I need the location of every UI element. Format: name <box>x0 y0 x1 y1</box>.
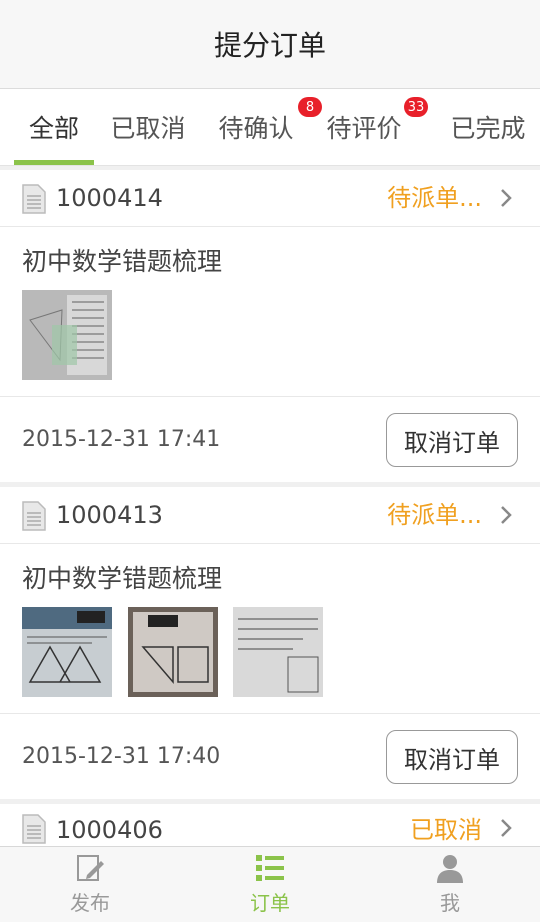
tab-label: 已完成 <box>450 114 526 143</box>
document-icon <box>22 184 46 214</box>
order-datetime: 2015-12-31 17:40 <box>22 744 221 769</box>
order-image-thumbnail[interactable] <box>22 607 112 697</box>
nav-label: 订单 <box>250 891 290 915</box>
nav-label: 我 <box>440 891 460 915</box>
bottom-nav: 发布 订单 我 <box>0 846 540 922</box>
list-icon <box>256 855 284 881</box>
order-number: 1000414 <box>56 184 163 212</box>
page-title: 提分订单 <box>213 29 326 62</box>
tab-completed[interactable]: 已完成 <box>440 89 536 165</box>
document-icon <box>22 501 46 531</box>
active-tab-indicator <box>14 160 94 165</box>
tab-label: 待评价 <box>326 114 402 143</box>
order-header[interactable]: 1000406 已取消 <box>0 804 540 846</box>
document-icon <box>22 814 46 844</box>
order-status: 已取消 <box>410 816 482 844</box>
order-title: 初中数学错题梳理 <box>22 247 223 276</box>
tab-label: 待确认 <box>218 114 294 143</box>
tab-all[interactable]: 全部 <box>14 89 94 165</box>
order-image-thumbnail[interactable] <box>233 607 323 697</box>
tab-to-review[interactable]: 待评价 33 <box>316 89 428 165</box>
chevron-right-icon <box>501 189 512 207</box>
order-number: 1000406 <box>56 816 163 844</box>
nav-label: 发布 <box>70 891 110 915</box>
order-header[interactable]: 1000413 待派单... <box>0 487 540 544</box>
tab-label: 已取消 <box>110 114 186 143</box>
tab-badge: 33 <box>404 97 428 117</box>
cancel-order-button[interactable]: 取消订单 <box>386 413 518 467</box>
order-status: 待派单... <box>387 501 482 529</box>
tab-to-confirm[interactable]: 待确认 8 <box>208 89 322 165</box>
app-header: 提分订单 <box>0 0 540 89</box>
nav-orders[interactable]: 订单 <box>180 847 360 922</box>
nav-me[interactable]: 我 <box>360 847 540 922</box>
order-card: 1000413 待派单... 初中数学错题梳理 2015-12-31 17:40… <box>0 487 540 799</box>
order-image-thumbnail[interactable] <box>22 290 112 380</box>
tab-cancelled[interactable]: 已取消 <box>100 89 196 165</box>
status-tabs: 全部 已取消 待确认 8 待评价 33 已完成 <box>0 89 540 166</box>
order-title: 初中数学错题梳理 <box>22 564 223 593</box>
order-status: 待派单... <box>387 184 482 212</box>
order-image-thumbnail[interactable] <box>128 607 218 697</box>
order-number: 1000413 <box>56 501 163 529</box>
order-datetime: 2015-12-31 17:41 <box>22 427 221 452</box>
nav-publish[interactable]: 发布 <box>0 847 180 922</box>
chevron-right-icon <box>501 819 512 837</box>
order-card: 1000414 待派单... 初中数学错题梳理 2015-12-31 17:41… <box>0 170 540 482</box>
user-icon <box>437 855 463 883</box>
order-card: 1000406 已取消 <box>0 804 540 846</box>
cancel-order-button[interactable]: 取消订单 <box>386 730 518 784</box>
order-header[interactable]: 1000414 待派单... <box>0 170 540 227</box>
order-footer: 2015-12-31 17:41 取消订单 <box>0 396 540 483</box>
tab-label: 全部 <box>28 114 79 143</box>
publish-icon <box>77 855 104 881</box>
chevron-right-icon <box>501 506 512 524</box>
order-footer: 2015-12-31 17:40 取消订单 <box>0 713 540 800</box>
